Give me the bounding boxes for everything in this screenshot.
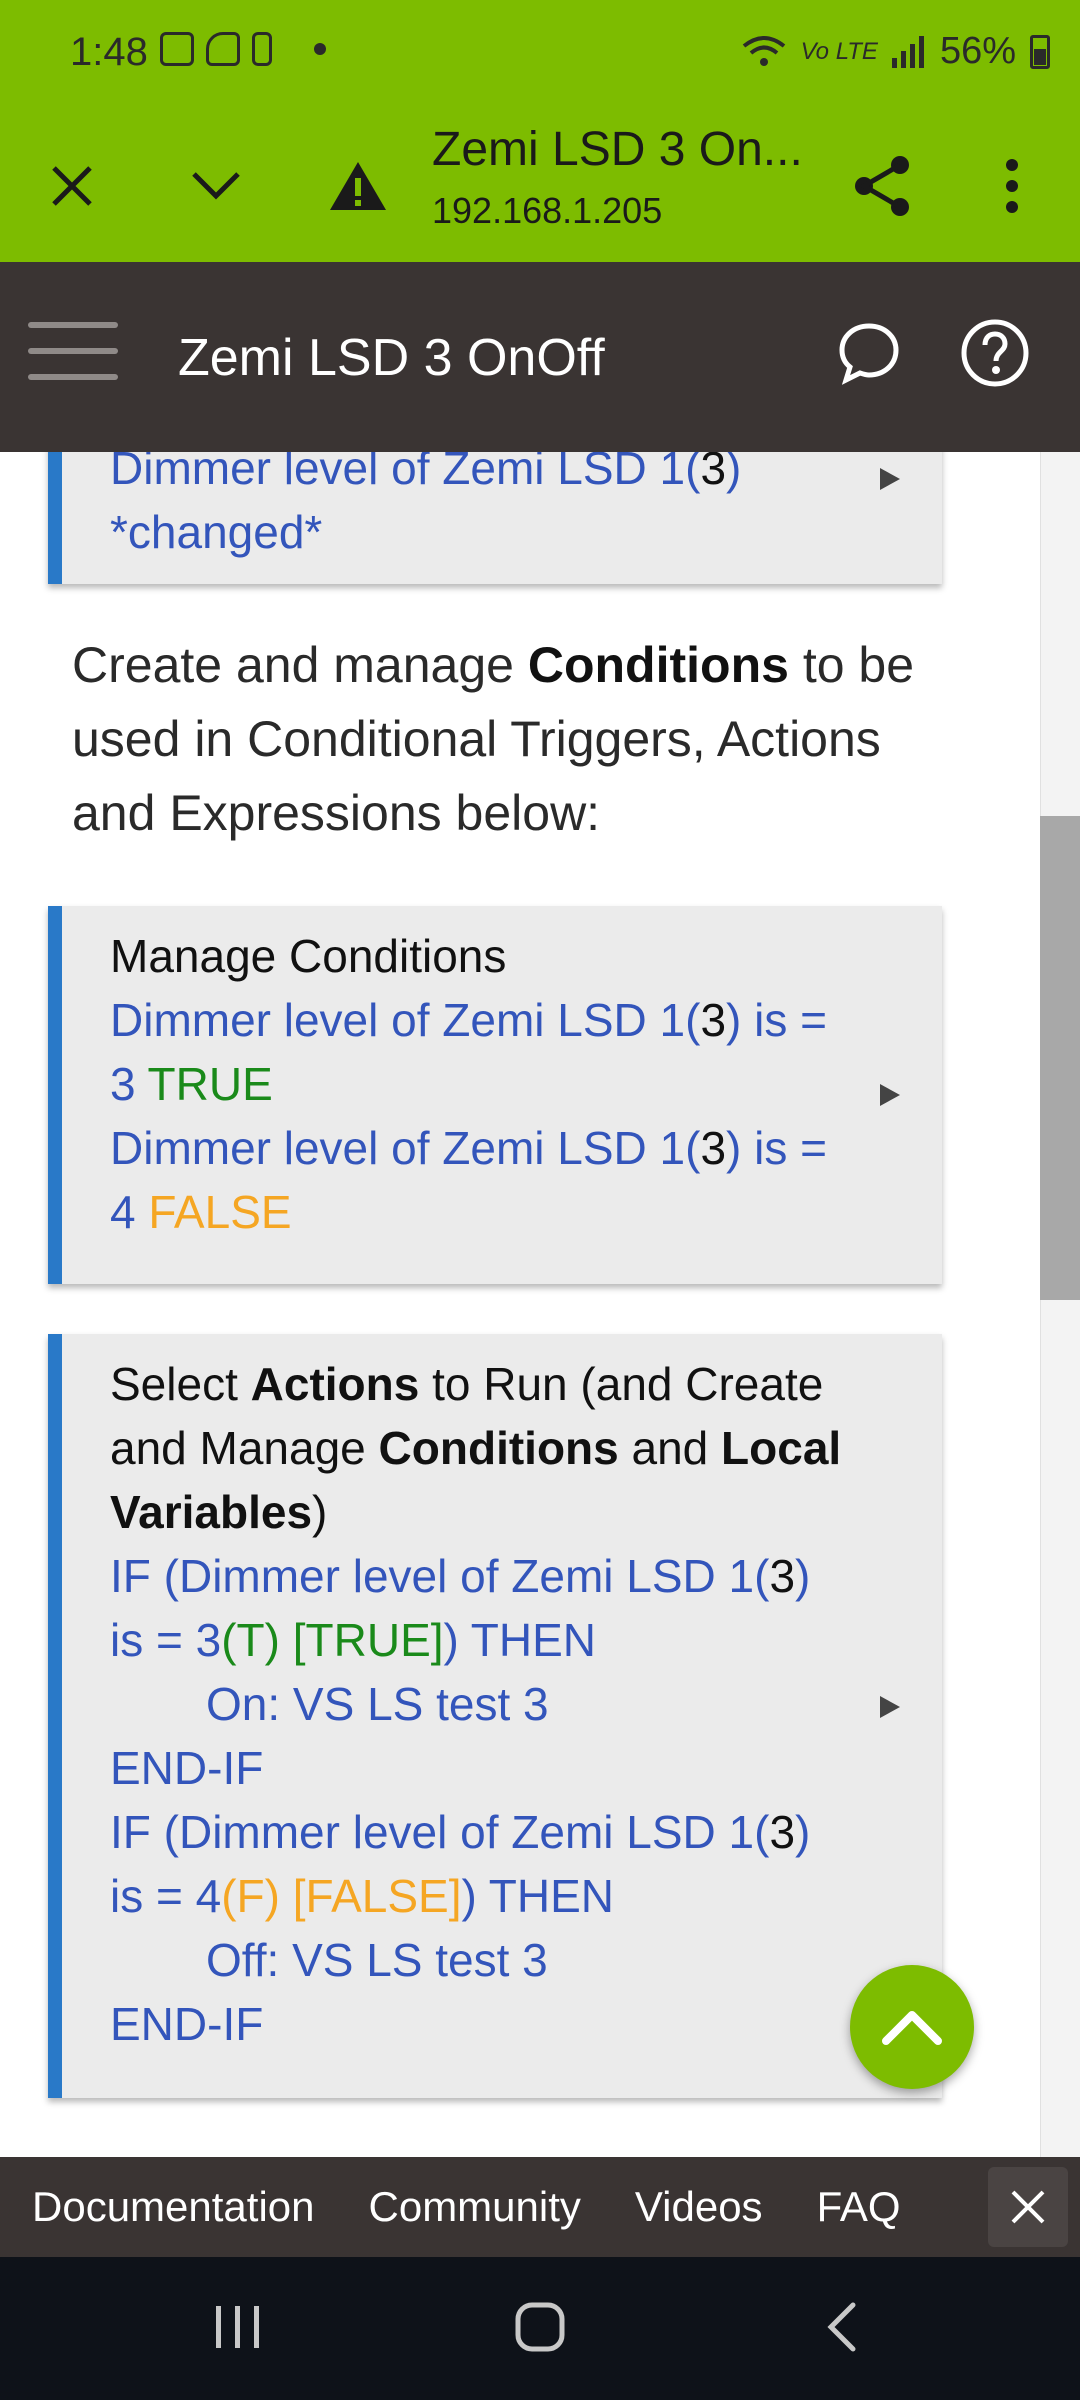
help-button[interactable]: [960, 318, 1032, 390]
chevron-up-icon: [882, 2011, 942, 2045]
help-icon: [961, 319, 1029, 387]
wifi-call-icon: [206, 32, 240, 66]
page-url[interactable]: 192.168.1.205: [432, 190, 662, 232]
status-bar: 1:48 Vo LTE 56%: [0, 0, 1080, 110]
signal-icon: [891, 35, 924, 68]
endif-1: END-IF: [110, 1742, 264, 1794]
more-options-button[interactable]: [962, 136, 1062, 236]
menu-button[interactable]: [28, 322, 118, 392]
condition-2: Dimmer level of Zemi LSD 1(3) is = 4 FAL…: [110, 1116, 842, 1244]
warning-icon: [330, 162, 386, 210]
if-text: ) THEN: [461, 1870, 615, 1922]
system-navigation-bar: [0, 2257, 1080, 2400]
select-actions-card[interactable]: Select Actions to Run (and Create and Ma…: [48, 1334, 942, 2098]
back-icon: [827, 2302, 856, 2352]
documentation-link[interactable]: Documentation: [32, 2183, 315, 2231]
recent-apps-button[interactable]: [178, 2287, 298, 2367]
if-text: ) THEN: [443, 1614, 597, 1666]
main-content: Dimmer level of Zemi LSD 1(3) *changed* …: [0, 452, 1040, 2157]
if-state-true: (T) [TRUE]: [221, 1614, 444, 1666]
recent-apps-icon: [216, 2306, 259, 2348]
if-block-1: IF (Dimmer level of Zemi LSD 1(3) is = 3…: [110, 1544, 842, 1672]
condition-text: Dimmer level of Zemi LSD 1(: [110, 1122, 701, 1174]
conditions-heading: Manage Conditions: [110, 930, 507, 982]
expand-arrow-icon: [880, 1696, 900, 1718]
action-off: Off: VS LS test 3: [206, 1934, 548, 1986]
condition-text: Dimmer level of Zemi LSD 1(: [110, 994, 701, 1046]
menu-icon-line: [28, 374, 118, 380]
trigger-text-end: ): [726, 452, 742, 494]
condition-1: Dimmer level of Zemi LSD 1(3) is = 3 TRU…: [110, 988, 842, 1116]
scroll-to-top-button[interactable]: [850, 1965, 974, 2089]
intro-bold: Conditions: [527, 637, 789, 693]
home-button[interactable]: [480, 2287, 600, 2367]
heading-bold: Actions: [250, 1358, 420, 1410]
scrollbar-thumb[interactable]: [1040, 816, 1080, 1300]
if-text: IF (Dimmer level of Zemi LSD 1(: [110, 1806, 770, 1858]
heading-bold: Conditions: [378, 1422, 619, 1474]
page-title: Zemi LSD 3 On...: [432, 123, 803, 176]
status-time: 1:48: [70, 30, 148, 74]
back-button[interactable]: [782, 2287, 902, 2367]
menu-icon-line: [28, 348, 118, 354]
intro-text: Create and manage: [72, 637, 528, 693]
more-notifications-icon: [314, 43, 326, 55]
faq-link[interactable]: FAQ: [817, 2183, 901, 2231]
app-header: Zemi LSD 3 OnOff: [0, 262, 1080, 452]
app-title: Zemi LSD 3 OnOff: [178, 329, 605, 387]
browser-toolbar: Zemi LSD 3 On... 192.168.1.205: [0, 110, 1080, 262]
gallery-icon: [160, 32, 194, 66]
chat-button[interactable]: [836, 320, 906, 390]
volte-icon: Vo LTE: [800, 37, 878, 65]
chevron-down-icon: [192, 172, 240, 200]
share-icon: [855, 156, 909, 216]
if-state-false: (F) [FALSE]: [221, 1870, 462, 1922]
if-text: IF (Dimmer level of Zemi LSD 1(: [110, 1550, 770, 1602]
condition-device-num: 3: [700, 1122, 727, 1174]
manage-conditions-card[interactable]: Manage Conditions Dimmer level of Zemi L…: [48, 906, 942, 1284]
condition-state-false: FALSE: [148, 1186, 292, 1238]
action-on: On: VS LS test 3: [206, 1678, 549, 1730]
status-right: Vo LTE 56%: [741, 30, 1050, 73]
scrollbar-track[interactable]: [1040, 452, 1080, 2157]
battery-icon: [1030, 34, 1050, 69]
trigger-device-num: 3: [700, 452, 727, 494]
videos-link[interactable]: Videos: [635, 2183, 763, 2231]
condition-state-true: TRUE: [147, 1058, 273, 1110]
menu-icon-line: [28, 322, 118, 328]
status-notification-icons: [160, 32, 326, 66]
close-icon: [1011, 2190, 1045, 2224]
trigger-line: Dimmer level of Zemi LSD 1(3): [110, 452, 842, 500]
home-icon: [515, 2302, 565, 2352]
chat-icon: [839, 323, 899, 385]
close-icon: [52, 166, 92, 206]
actions-heading: Select Actions to Run (and Create and Ma…: [110, 1352, 842, 1544]
battery-percent: 56%: [939, 30, 1016, 72]
footer-close-button[interactable]: [988, 2167, 1068, 2247]
security-warning-button[interactable]: [308, 136, 408, 236]
footer-bar: Documentation Community Videos FAQ: [0, 2157, 1080, 2257]
community-link[interactable]: Community: [369, 2183, 581, 2231]
if-device-num: 3: [769, 1806, 796, 1858]
expand-arrow-icon: [880, 1084, 900, 1106]
condition-device-num: 3: [700, 994, 727, 1046]
if-device-num: 3: [769, 1550, 796, 1602]
heading-text: and: [618, 1422, 722, 1474]
share-button[interactable]: [832, 136, 932, 236]
trigger-changed: *changed*: [110, 506, 323, 558]
if-block-2: IF (Dimmer level of Zemi LSD 1(3) is = 4…: [110, 1800, 842, 1928]
trigger-card[interactable]: Dimmer level of Zemi LSD 1(3) *changed*: [48, 452, 942, 584]
trigger-text: Dimmer level of Zemi LSD 1(: [110, 452, 701, 494]
wifi-icon: [742, 35, 785, 66]
endif-2: END-IF: [110, 1998, 264, 2050]
heading-text: Select: [110, 1358, 251, 1410]
phone-icon: [252, 32, 272, 66]
expand-arrow-icon: [880, 468, 900, 490]
conditions-intro: Create and manage Conditions to be used …: [72, 628, 972, 850]
heading-text: ): [312, 1486, 328, 1538]
minimize-button[interactable]: [166, 136, 266, 236]
close-tab-button[interactable]: [22, 136, 122, 236]
more-vertical-icon: [1006, 159, 1018, 213]
